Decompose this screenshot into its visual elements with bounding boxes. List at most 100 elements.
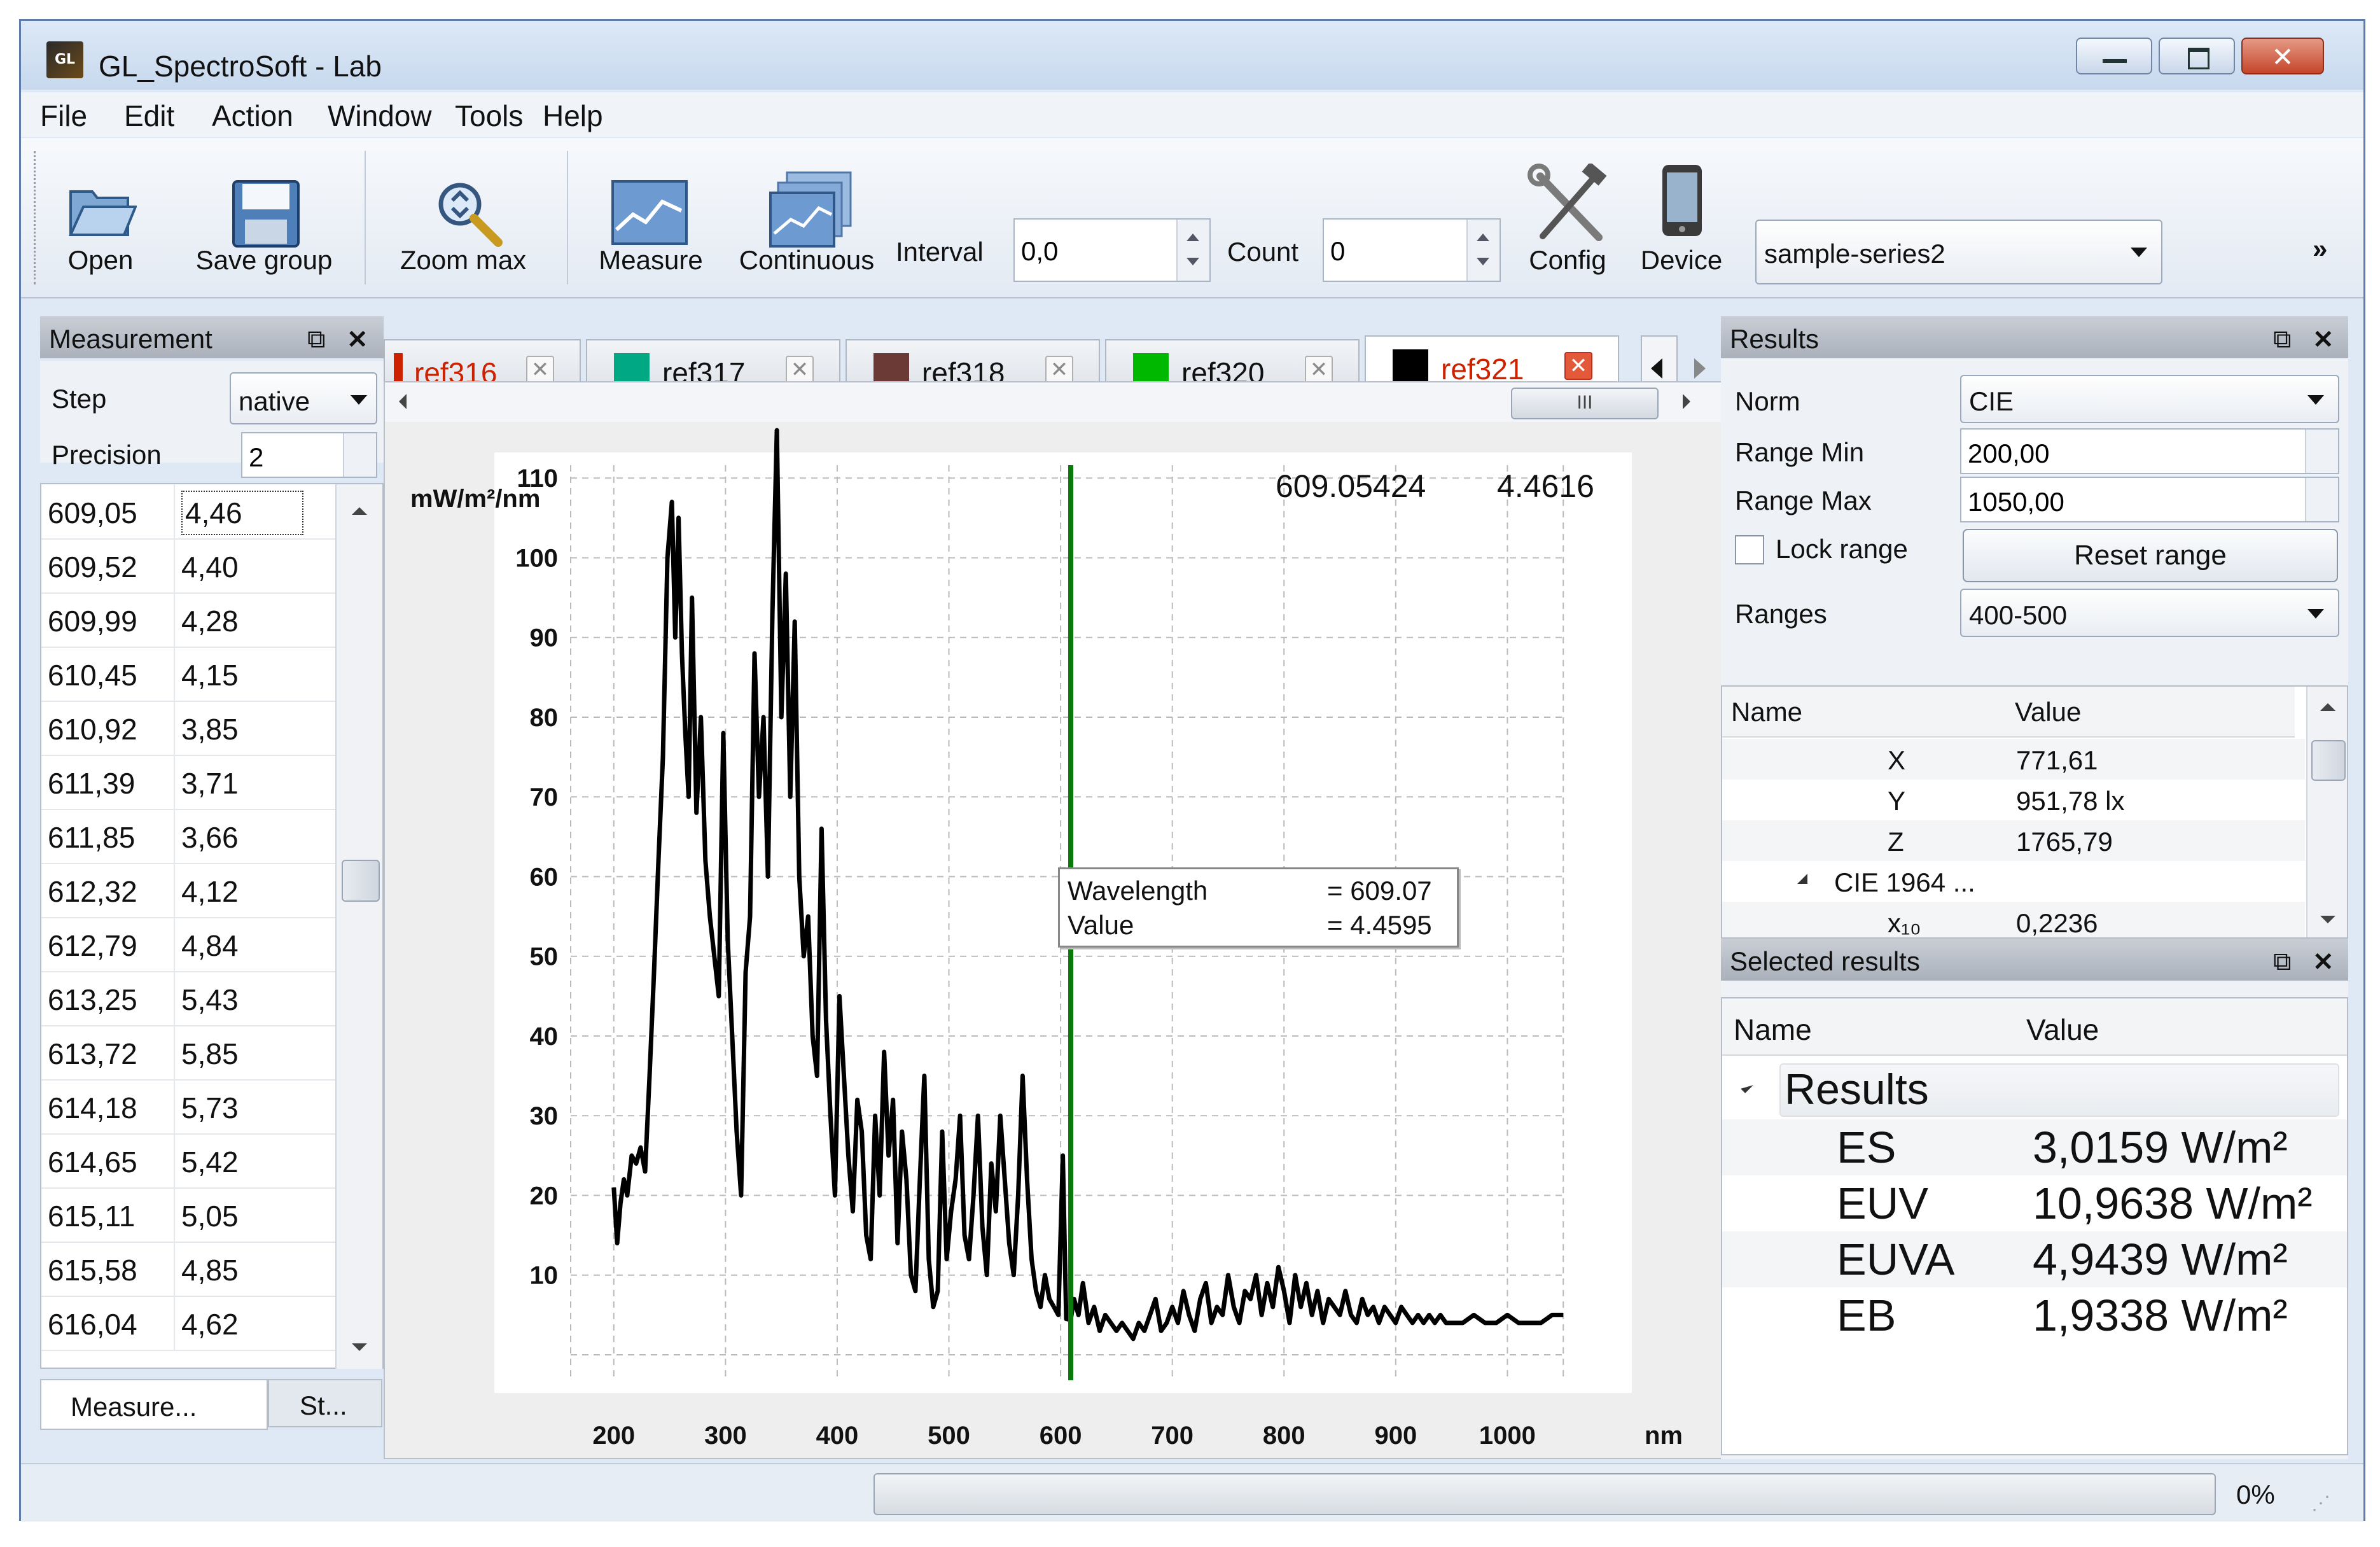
spin-arrows-icon[interactable]	[2305, 478, 2338, 521]
tree-row[interactable]: CIE 1964 ...	[1722, 861, 2305, 902]
toolbar-overflow-icon[interactable]: »	[2313, 234, 2327, 264]
save-group-button[interactable]: Save group	[188, 138, 340, 291]
table-row[interactable]: 609,52 4,40	[41, 538, 335, 594]
maximize-button[interactable]	[2159, 38, 2235, 74]
expand-triangle-icon[interactable]	[1741, 1081, 1753, 1093]
step-select[interactable]: native	[230, 372, 377, 424]
scroll-down-icon[interactable]	[2320, 916, 2335, 923]
range-max-spinbox[interactable]: 1050,00	[1960, 477, 2339, 522]
close-icon[interactable]: ✕	[347, 325, 368, 354]
open-button[interactable]: Open	[53, 138, 148, 291]
interval-spinbox[interactable]: 0,0	[1013, 218, 1211, 282]
tree-row[interactable]: Y 951,78 lx	[1722, 780, 2305, 820]
resize-grip-icon[interactable]: ⋰	[2311, 1492, 2330, 1515]
column-value[interactable]: Value	[2026, 1012, 2099, 1047]
close-icon[interactable]: ✕	[2313, 325, 2334, 354]
norm-select[interactable]: CIE	[1960, 375, 2339, 423]
table-row[interactable]: 615,58 4,85	[41, 1242, 335, 1297]
undock-icon[interactable]: ⧉	[307, 325, 326, 354]
table-row[interactable]: 612,79 4,84	[41, 917, 335, 972]
series-color-swatch	[1393, 349, 1428, 385]
table-row[interactable]: 611,85 3,66	[41, 809, 335, 864]
menu-action[interactable]: Action	[212, 99, 293, 133]
spin-arrows-icon[interactable]	[1176, 220, 1209, 281]
tab-close-icon[interactable]: ✕	[526, 356, 554, 384]
table-row[interactable]: 614,65 5,42	[41, 1133, 335, 1189]
scroll-up-icon[interactable]	[352, 507, 367, 515]
table-row[interactable]: 610,92 3,85	[41, 701, 335, 756]
tree-row[interactable]: x₁₀ 0,2236	[1722, 902, 2305, 937]
results-tree[interactable]: Name Value X 771,61 Y 951,78 lx Z 1765,79 CIE …	[1721, 685, 2348, 939]
column-name[interactable]: Name	[1731, 697, 1802, 727]
selected-result-row[interactable]: EB 1,9338 W/m²	[1722, 1287, 2347, 1343]
tree-row[interactable]: X 771,61	[1722, 739, 2305, 780]
column-name[interactable]: Name	[1734, 1012, 1812, 1047]
undock-icon[interactable]: ⧉	[2273, 325, 2292, 354]
tab-st[interactable]: St...	[268, 1379, 382, 1427]
close-button[interactable]: ✕	[2241, 38, 2324, 74]
save-group-label: Save group	[195, 245, 333, 275]
selected-result-row[interactable]: EUV 10,9638 W/m²	[1722, 1175, 2347, 1231]
tab-measure[interactable]: Measure...	[40, 1379, 268, 1430]
tab-close-icon[interactable]: ✕	[1564, 352, 1592, 380]
results-group-row[interactable]: Results	[1779, 1063, 2339, 1117]
table-row[interactable]: 612,32 4,12	[41, 863, 335, 918]
device-button[interactable]: Device	[1631, 138, 1732, 291]
spin-arrows-icon[interactable]	[1466, 220, 1500, 281]
spin-arrows-icon[interactable]	[343, 433, 376, 477]
table-row[interactable]: 609,99 4,28	[41, 592, 335, 648]
toolbar-grip[interactable]	[34, 151, 41, 284]
zoom-max-button[interactable]: Zoom max	[384, 138, 543, 291]
selected-result-row[interactable]: ES 3,0159 W/m²	[1722, 1119, 2347, 1175]
measure-button[interactable]: Measure	[581, 138, 721, 291]
precision-spinbox[interactable]: 2	[241, 432, 377, 478]
menu-tools[interactable]: Tools	[455, 99, 523, 133]
continuous-chart-icon	[769, 171, 852, 248]
column-divider	[174, 863, 175, 917]
table-row[interactable]: 609,05 4,46	[41, 484, 335, 540]
tab-scroll-right-icon[interactable]	[1694, 358, 1706, 379]
lock-range-checkbox[interactable]	[1735, 535, 1764, 564]
menu-file[interactable]: File	[40, 99, 87, 133]
tab-close-icon[interactable]: ✕	[1305, 356, 1333, 384]
spin-arrows-icon[interactable]	[2305, 430, 2338, 473]
scroll-down-icon[interactable]	[352, 1343, 367, 1351]
table-row[interactable]: 614,18 5,73	[41, 1079, 335, 1135]
measurement-scrollbar[interactable]	[335, 484, 382, 1369]
table-row[interactable]: 610,45 4,15	[41, 647, 335, 702]
y-tick-label: 50	[530, 943, 559, 971]
table-row[interactable]: 613,72 5,85	[41, 1025, 335, 1081]
table-row[interactable]: 613,25 5,43	[41, 971, 335, 1026]
reset-range-button[interactable]: Reset range	[1963, 529, 2338, 582]
undock-icon[interactable]: ⧉	[2273, 948, 2292, 976]
ranges-select[interactable]: 400-500	[1960, 589, 2339, 637]
tab-close-icon[interactable]: ✕	[786, 356, 814, 384]
series-select[interactable]: sample-series2	[1755, 220, 2162, 284]
table-row[interactable]: 611,39 3,71	[41, 755, 335, 810]
results-scrollbar[interactable]	[2306, 687, 2347, 937]
y-tick-label: 20	[530, 1182, 559, 1210]
tree-row[interactable]: Z 1765,79	[1722, 820, 2305, 861]
menu-window[interactable]: Window	[328, 99, 432, 133]
column-value[interactable]: Value	[2015, 697, 2081, 727]
continuous-button[interactable]: Continuous	[727, 138, 886, 291]
close-icon[interactable]: ✕	[2313, 948, 2334, 977]
table-row[interactable]: 616,04 4,62	[41, 1296, 335, 1351]
selected-result-row[interactable]: EUVA 4,9439 W/m²	[1722, 1231, 2347, 1287]
spectrum-chart[interactable]: 200 300 400 500 600 700 800 900 1000 10 20 30 40 50 60…	[385, 382, 1729, 1458]
measurement-table[interactable]: 609,05 4,46 609,52 4,40 609,99 4,28 610,45 4,15…	[40, 483, 384, 1369]
scroll-thumb[interactable]	[2311, 740, 2346, 781]
menu-edit[interactable]: Edit	[124, 99, 174, 133]
expand-triangle-icon[interactable]	[1797, 874, 1807, 884]
scroll-thumb[interactable]	[342, 860, 380, 902]
menu-help[interactable]: Help	[543, 99, 603, 133]
minimize-button[interactable]	[2076, 38, 2152, 74]
config-button[interactable]: Config	[1514, 138, 1622, 291]
tab-close-icon[interactable]: ✕	[1045, 356, 1073, 384]
table-row[interactable]: 615,11 5,05	[41, 1187, 335, 1243]
range-min-spinbox[interactable]: 200,00	[1960, 428, 2339, 474]
count-spinbox[interactable]: 0	[1323, 218, 1501, 282]
scroll-up-icon[interactable]	[2320, 703, 2335, 711]
column-divider	[174, 1296, 175, 1350]
selected-results-tree[interactable]: Name Value Results ES 3,0159 W/m² EUV 10,96…	[1721, 997, 2348, 1455]
